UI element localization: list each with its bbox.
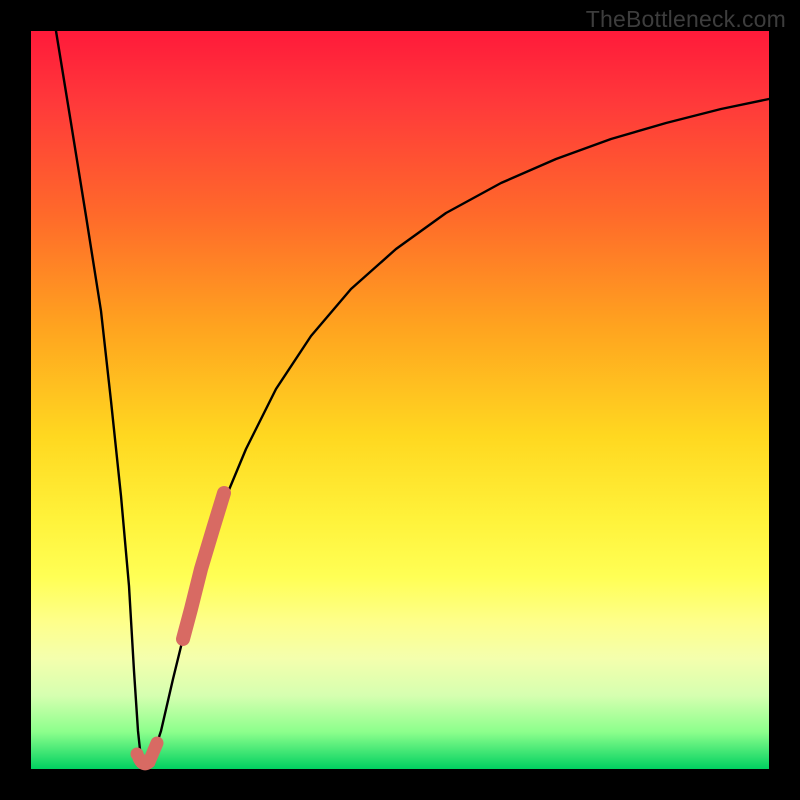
highlight-min-dot xyxy=(131,748,144,761)
chart-frame: TheBottleneck.com xyxy=(0,0,800,800)
watermark-text: TheBottleneck.com xyxy=(586,6,786,33)
highlight-ascending xyxy=(183,493,224,639)
curve-path xyxy=(56,31,769,767)
bottleneck-curve xyxy=(31,31,769,769)
